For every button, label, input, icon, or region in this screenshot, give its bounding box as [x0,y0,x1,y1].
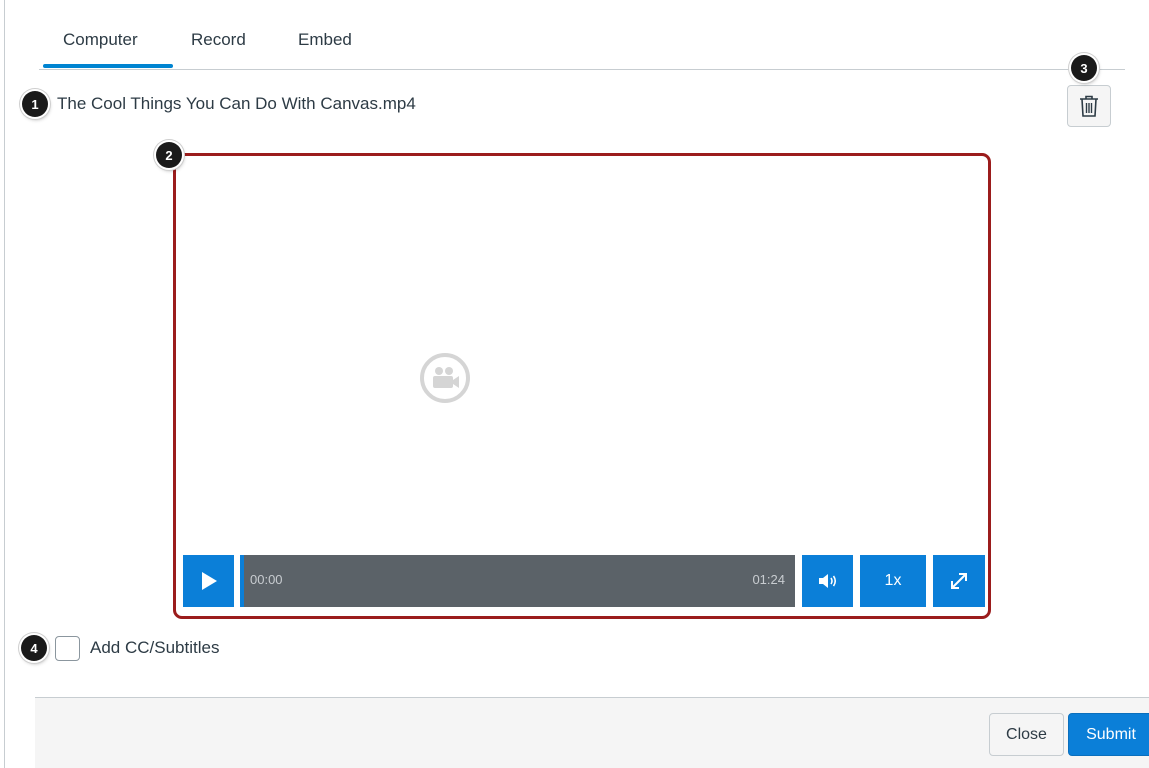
play-icon [201,572,217,590]
file-name: The Cool Things You Can Do With Canvas.m… [57,94,416,113]
trash-icon [1080,95,1098,117]
playback-speed-button[interactable]: 1x [860,555,926,607]
tab-computer[interactable]: Computer [63,30,138,50]
play-button[interactable] [183,555,234,607]
player-controls: 00:00 01:24 1x [183,555,985,607]
callout-3: 3 [1071,55,1097,81]
callout-1: 1 [22,91,48,117]
close-button[interactable]: Close [989,713,1064,756]
add-captions-label[interactable]: Add CC/Subtitles [90,638,219,658]
active-tab-indicator [43,64,173,68]
callout-4: 4 [21,635,47,661]
delete-file-button[interactable] [1067,85,1111,127]
current-time: 00:00 [250,572,283,587]
video-highlight-outline [173,153,991,619]
media-upload-dialog: Computer Record Embed The Cool Things Yo… [4,0,1149,768]
tab-embed[interactable]: Embed [298,30,352,50]
tab-record[interactable]: Record [191,30,246,50]
dialog-footer: Close Submit [35,697,1149,768]
upload-tabs: Computer Record Embed [39,0,1125,70]
timeline-scrubber[interactable]: 00:00 01:24 [240,555,795,607]
submit-button[interactable]: Submit [1068,713,1149,756]
captions-option: Add CC/Subtitles [55,635,219,661]
callout-2: 2 [156,142,182,168]
fullscreen-icon [951,573,967,589]
timeline-progress [240,555,244,607]
duration: 01:24 [752,572,785,587]
volume-button[interactable] [802,555,853,607]
volume-icon [818,574,836,588]
fullscreen-button[interactable] [933,555,985,607]
video-camera-icon [420,353,470,403]
add-captions-checkbox[interactable] [55,635,80,661]
